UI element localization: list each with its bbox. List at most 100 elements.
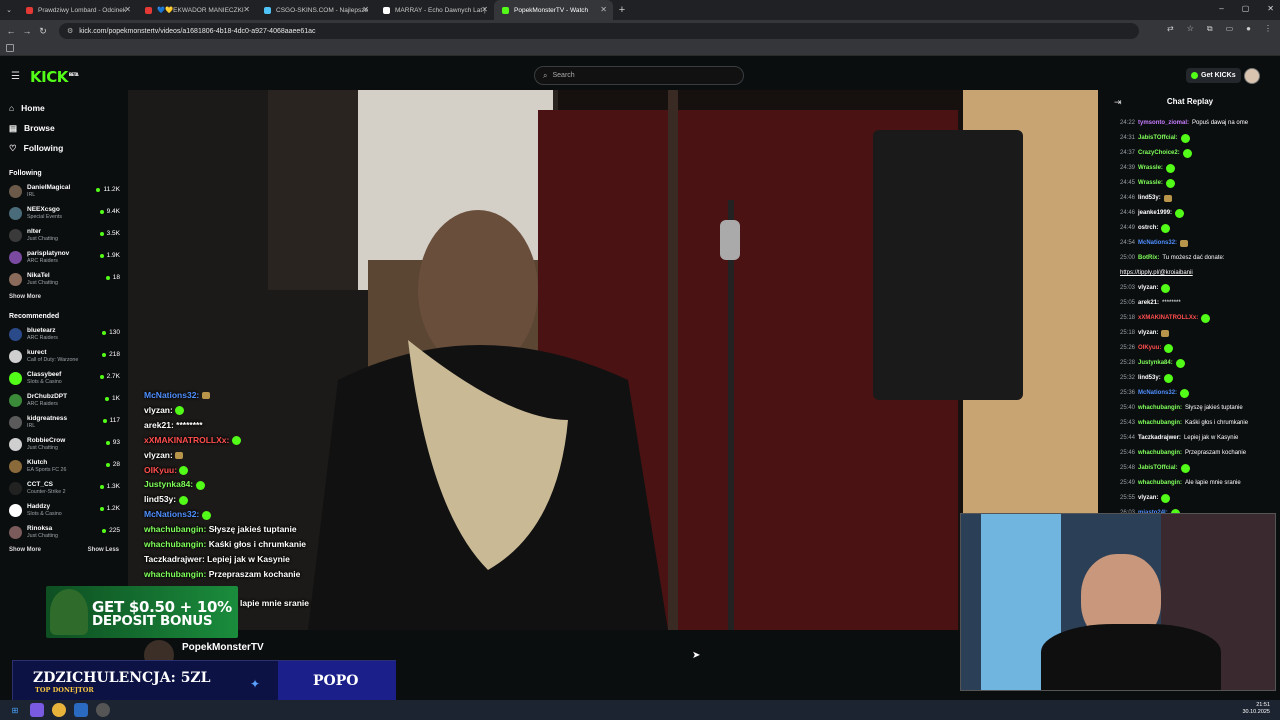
browser-tab[interactable]: PopekMonsterTV - Watch ✕ [494,0,613,20]
chat-username[interactable]: tymsonto_ziomal: [1138,116,1189,131]
chat-username[interactable]: ostrch: [1138,221,1158,236]
system-clock[interactable]: 21:51 30.10.2025 [1242,702,1270,716]
sidebar-channel[interactable]: bluetearz ARC Raiders 130 [0,323,126,345]
sidebar-channel[interactable]: Classybeef Slots & Casino 2.7K [0,367,126,389]
chat-username[interactable]: CrazyChoice2: [1138,146,1180,161]
sidebar-channel[interactable]: DanielMagical IRL 11.2K [0,180,126,202]
channel-name: NEEXcsgo [27,205,60,213]
maximize-button[interactable]: ▢ [1242,4,1250,13]
nav-following[interactable]: ♡ Following [0,138,126,158]
emote-icon [1165,164,1175,173]
menu-kebab-icon[interactable]: ⋮ [1264,24,1272,34]
chat-username[interactable]: Taczkadrajwer: [1138,431,1181,446]
chat-username[interactable]: whachubangin: [1138,476,1182,491]
video-overlay-chat: McNations32: vlyzan: arek21: ******** xXM… [144,388,306,582]
sidebar-channel[interactable]: Rinoksa Just Chatting 225 [0,521,126,543]
chat-link[interactable]: https://tipply.pl/@kroiaibanii [1120,266,1193,281]
chat-timestamp: 25:18 [1120,315,1136,321]
browser-tab[interactable]: 💙💛EKWADOR MANIECZKI ✕ [137,0,256,20]
translate-icon[interactable]: ⇄ [1167,24,1174,34]
sidebar-channel[interactable]: NEEXcsgo Special Events 9.4K [0,202,126,224]
reload-button[interactable]: ↻ [35,26,51,37]
app-icon[interactable] [30,703,44,717]
chat-username[interactable]: JabisTOffcial: [1138,461,1178,476]
chat-username[interactable]: McNations32: [1138,386,1177,401]
tab-close-icon[interactable]: ✕ [243,5,250,14]
extensions-icon[interactable]: ⧉ [1207,24,1213,34]
sidebar-channel[interactable]: kidgreatness IRL 117 [0,411,126,433]
get-kicks-button[interactable]: Get KICKs [1186,68,1241,83]
sidebar-channel[interactable]: nlter Just Chatting 3.5K [0,224,126,246]
hamburger-menu-icon[interactable]: ☰ [11,71,20,82]
tab-close-icon[interactable]: ✕ [481,5,488,14]
steam-icon[interactable] [74,703,88,717]
sidebar-channel[interactable]: DrChubzDPT ARC Raiders 1K [0,389,126,411]
browser-tab[interactable]: MARRAY - Echo Dawnych Lat | ✕ [375,0,494,20]
viewer-count: 1.9K [99,252,120,259]
chat-username[interactable]: JabisTOffcial: [1138,131,1178,146]
search-input[interactable]: ⌕ Search [534,66,744,85]
channel-avatar [9,228,22,242]
browser-tab[interactable]: CSGO-SKINS.COM - Najlepsze ✕ [256,0,375,20]
chat-username[interactable]: lind53y: [1138,191,1161,206]
chat-username[interactable]: McNations32: [1138,236,1177,251]
user-avatar[interactable] [1244,68,1260,84]
chat-username[interactable]: lind53y: [1138,371,1161,386]
tab-close-icon[interactable]: ✕ [600,5,607,14]
chat-username[interactable]: whachubangin: [1138,416,1182,431]
settings-icon[interactable] [96,703,110,717]
address-bar: ← → ↻ ⚙ kick.com/popekmonstertv/videos/a… [0,20,1280,42]
chat-username[interactable]: xXMAKINATROLLXx: [1138,311,1198,326]
chat-username[interactable]: OIKyuu: [1138,341,1161,356]
sidebar-channel[interactable]: Klutch EA Sports FC 26 28 [0,455,126,477]
chrome-icon[interactable] [52,703,66,717]
channel-name: RobbieCrow [27,436,66,444]
bookmark-star-icon[interactable]: ☆ [1187,24,1194,34]
chat-username[interactable]: arek21: [1138,296,1159,311]
site-info-icon[interactable]: ⚙ [67,27,73,35]
nav-home[interactable]: ⌂ Home [0,98,126,118]
chat-username[interactable]: whachubangin: [1138,401,1182,416]
cast-icon[interactable]: ▭ [1226,24,1234,34]
apps-grid-icon[interactable] [6,44,14,52]
windows-start-icon[interactable]: ⊞ [8,703,22,717]
chat-username[interactable]: Wrassle: [1138,176,1163,191]
new-tab-button[interactable]: + [613,4,631,16]
sidebar-channel[interactable]: parisplatynov ARC Raiders 1.9K [0,246,126,268]
browser-tab[interactable]: Prawdziwy Lombard - Odcinek ✕ [18,0,137,20]
show-less-button[interactable]: Show Less [79,547,119,553]
chat-username[interactable]: vlyzan: [1138,281,1158,296]
sidebar-channel[interactable]: Haddzy Slots & Casino 1.2K [0,499,126,521]
back-button[interactable]: ← [3,26,19,36]
bonus-banner[interactable]: GET $0.50 + 10% DEPOSIT BONUS [46,586,238,638]
video-player[interactable]: McNations32: vlyzan: arek21: ******** xXM… [128,90,1098,630]
chat-username[interactable]: vlyzan: [1138,326,1158,341]
sidebar-channel[interactable]: CCT_CS Counter-Strike 2 1.3K [0,477,126,499]
profile-icon[interactable]: ● [1246,24,1251,34]
sidebar-channel[interactable]: RobbieCrow Just Chatting 93 [0,433,126,455]
sidebar-channel[interactable]: NikaTel Just Chatting 18 [0,268,126,290]
kick-logo[interactable]: KICKBETA [30,68,79,86]
nav-browse[interactable]: ▤ Browse [0,118,126,138]
sidebar-channel[interactable]: kurect Call of Duty: Warzone 218 [0,345,126,367]
streamer-name[interactable]: PopekMonsterTV [182,642,264,653]
forward-button[interactable]: → [19,26,35,36]
chat-username[interactable]: whachubangin: [1138,446,1182,461]
tab-close-icon[interactable]: ✕ [124,5,131,14]
chat-message: 24:54 McNations32: [1100,236,1280,251]
close-window-button[interactable]: ✕ [1267,4,1274,13]
viewer-count-value: 1.3K [106,483,120,490]
url-field[interactable]: ⚙ kick.com/popekmonstertv/videos/a168180… [59,23,1139,39]
tab-search-chevron-icon[interactable]: ⌄ [0,0,18,20]
chat-username[interactable]: BotRix: [1138,251,1159,266]
overlay-chat-user: Justynka84: [144,479,194,490]
viewer-count: 3.5K [99,230,120,237]
chat-username[interactable]: Justynka84: [1138,356,1173,371]
chat-username[interactable]: vlyzan: [1138,491,1158,506]
show-more-recommended-button[interactable]: Show More [0,547,41,553]
chat-username[interactable]: jeanke1999: [1138,206,1172,221]
show-more-following-button[interactable]: Show More [0,294,126,300]
tab-close-icon[interactable]: ✕ [362,5,369,14]
minimize-button[interactable]: – [1219,4,1223,13]
chat-username[interactable]: Wrassle: [1138,161,1163,176]
